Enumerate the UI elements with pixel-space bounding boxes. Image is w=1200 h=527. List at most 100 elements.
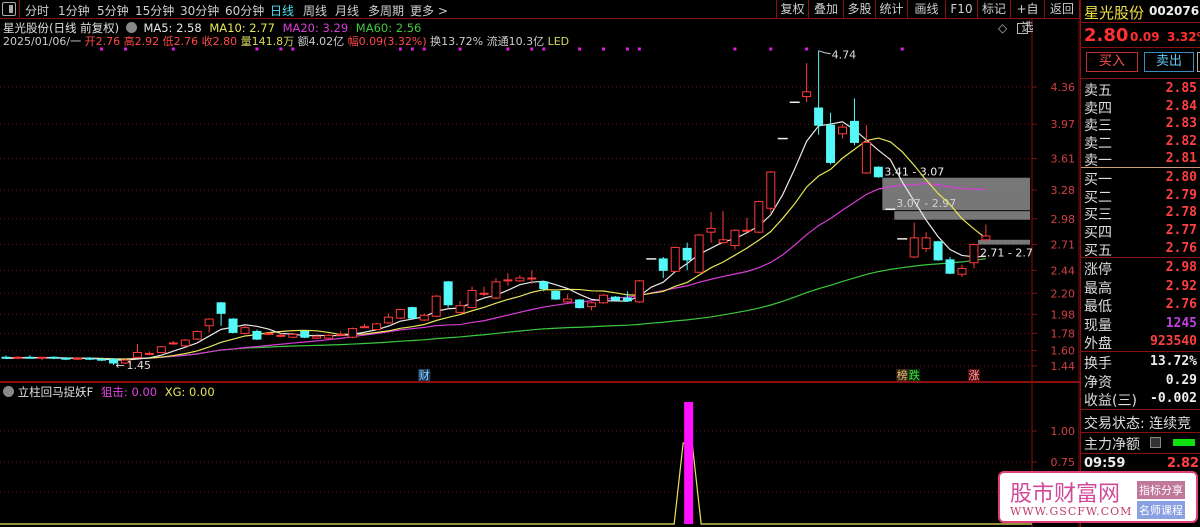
ma60-line [5,258,986,360]
indicator-name[interactable]: 立柱回马捉妖F [18,385,94,399]
candle [240,324,250,335]
candle [168,341,178,345]
stats-row: 涨停 2.98 [1084,259,1200,278]
candle-body [742,229,752,232]
candle [204,318,214,333]
buy-button[interactable]: 买入 [1086,52,1138,72]
tab-30min[interactable]: 30分钟 [180,2,219,19]
tab-more[interactable]: 更多 > [410,2,448,19]
candle-body [933,241,943,261]
restore-rights-button[interactable]: 复权 [776,0,808,19]
settings-circle-icon[interactable] [125,22,137,33]
candle-body [216,302,226,314]
statistics-button[interactable]: 统计 [875,0,907,19]
candle [371,322,381,331]
row-value: 2.77 [1165,223,1197,239]
row-value: 2.98 [1165,260,1197,275]
tab-1min[interactable]: 1分钟 [58,2,90,19]
candle [192,330,202,341]
candle-body [252,330,262,340]
signal-dot [769,47,773,51]
candle [575,299,585,309]
candle [503,273,513,286]
draw-line-button[interactable]: 画线 [907,0,945,19]
price-tick-label: 2.71 [1051,239,1076,252]
zone-label: 3.07 - 2.97 [896,197,956,210]
candle-body [85,357,95,360]
candle [909,222,919,258]
candle-body [826,124,836,163]
tab-15min[interactable]: 15分钟 [135,2,174,19]
tab-intraday[interactable]: 分时 [25,2,49,19]
ma5-line [5,121,986,361]
indicator-menu-icon[interactable] [3,386,14,397]
sell-button[interactable]: 卖出 [1144,52,1194,72]
window-toggle-icon[interactable] [1017,23,1028,34]
candle-body [551,290,561,300]
candle-body [610,296,620,301]
mark-button[interactable]: 标记 [977,0,1010,19]
candle-body [13,356,23,359]
candle-body [443,281,453,306]
event-mark: 跌 [909,368,920,382]
tab-monthly[interactable]: 月线 [335,2,359,19]
f10-button[interactable]: F10 [945,0,977,19]
candle [216,301,226,326]
candle [443,280,453,308]
candle [599,294,608,304]
candle-body [479,292,489,295]
tab-daily[interactable]: 日线 [270,2,294,19]
multi-stock-button[interactable]: 多股 [843,0,875,19]
high: 高2.92 [123,35,160,48]
bids-row: 买三 2.78 [1084,204,1200,223]
indicator-tick-label: 0.75 [1051,456,1076,469]
tab-60min[interactable]: 60分钟 [225,2,264,19]
price-tick-label: 4.36 [1051,81,1076,94]
stock-name: 星光股份 [1084,4,1145,22]
candle-body [407,307,417,319]
candle [1,355,11,360]
candle [981,224,991,241]
candle [336,331,346,336]
candle-body [288,333,298,338]
candle-body [766,171,776,209]
tick-price: 2.82 [1167,456,1200,471]
row-label: 最高 [1084,280,1112,297]
asks-row: 卖五 2.85 [1084,80,1200,99]
price-tick-label: 2.20 [1051,287,1076,300]
ma10-line [5,137,987,360]
panel-toggle-icon[interactable] [2,2,16,16]
back-button[interactable]: 返回 [1044,0,1080,19]
candle-body [144,352,154,355]
kline-chart[interactable]: 4.36 3.97 3.61 3.28 2.98 2.71 2.44 2.20 1.98 1.78… [0,0,1080,527]
candle-body [371,323,381,331]
event-mark: 涨 [968,369,979,382]
tab-multi-period[interactable]: 多周期 [368,2,404,19]
candle [467,286,477,309]
row-label: 现量 [1084,317,1112,334]
ma20-line [5,182,986,360]
watermark-tag-course: 名师课程 [1137,501,1185,519]
candle-body [718,239,728,244]
tab-weekly[interactable]: 周线 [303,2,327,19]
price-tick-label: 1.60 [1051,345,1076,358]
period-toolbar: 分时 1分钟 5分钟 15分钟 30分钟 60分钟 日线 周线 月线 多周期 更… [0,0,1080,34]
candle-body [802,91,812,98]
overlay-button[interactable]: 叠加 [808,0,843,19]
high-label: 4.74 [832,49,857,62]
diamond-icon[interactable]: ◇ [998,21,1007,35]
candle-body [455,305,465,313]
row-label: 净资 [1084,374,1112,391]
indicator-tick-label: 1.00 [1051,425,1076,438]
row-value: 2.92 [1165,278,1197,294]
candle [814,50,824,135]
add-watchlist-button[interactable]: +自选 [1010,0,1044,34]
candle [13,356,23,360]
fin-row: 收益(三) -0.002 [1084,390,1200,409]
tab-5min[interactable]: 5分钟 [97,2,129,19]
candle-body [383,316,393,324]
collapse-icon[interactable] [1150,437,1161,448]
candle-body [670,246,680,272]
candle [861,125,871,174]
row-value: 0.29 [1165,372,1197,388]
